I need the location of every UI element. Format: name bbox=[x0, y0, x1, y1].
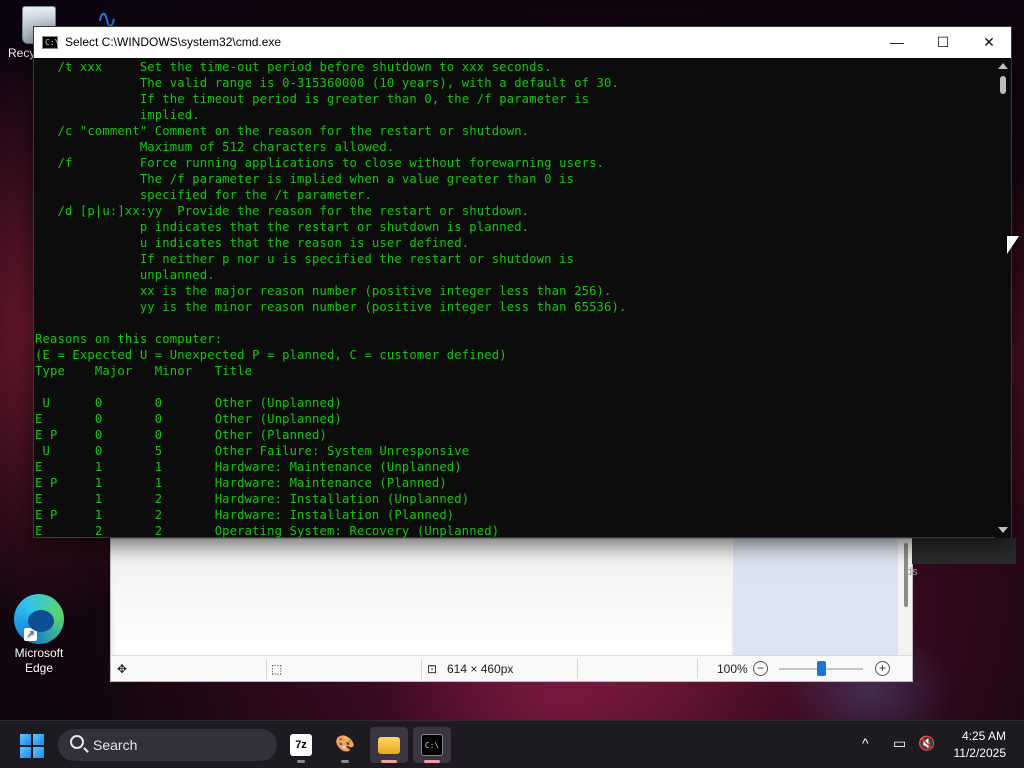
taskbar-app-file-explorer[interactable] bbox=[370, 727, 408, 763]
shortcut-arrow-icon: ↗ bbox=[24, 628, 37, 641]
scroll-down-icon[interactable] bbox=[998, 527, 1008, 533]
viewer-status-bar: ✥ ⬚ ⊡ 614 × 460px 100% − + bbox=[111, 655, 912, 681]
scroll-up-icon[interactable] bbox=[998, 63, 1008, 69]
maximize-button[interactable]: ☐ bbox=[920, 27, 966, 58]
terminal-icon: C:\ bbox=[421, 734, 443, 756]
taskbar-app-command-prompt[interactable]: C:\ bbox=[413, 727, 451, 763]
tray-overflow-chevron-icon[interactable]: ^ bbox=[862, 735, 869, 751]
image-size-icon: ⊡ bbox=[427, 662, 438, 676]
app-indicator bbox=[297, 760, 305, 763]
mouse-cursor-icon bbox=[1007, 236, 1019, 254]
status-divider bbox=[266, 659, 267, 679]
cmd-title-bar[interactable]: C:\ Select C:\WINDOWS\system32\cmd.exe —… bbox=[34, 27, 1011, 58]
zoom-percent: 100% bbox=[717, 662, 748, 676]
taskbar: Search 7z 🎨 C:\ ^ ▭ 🔇 4:25 AM 11/2/2025 bbox=[0, 720, 1024, 768]
edge-icon: ↗ bbox=[14, 594, 64, 644]
taskbar-app-paint[interactable]: 🎨 bbox=[326, 727, 364, 763]
network-icon[interactable]: ▭ bbox=[893, 735, 906, 752]
edge-shortcut[interactable]: ↗ Microsoft Edge bbox=[4, 594, 74, 676]
paint-icon: 🎨 bbox=[335, 736, 355, 753]
status-divider bbox=[697, 659, 698, 679]
cmd-app-icon: C:\ bbox=[42, 36, 59, 49]
windows-logo-tile bbox=[33, 747, 44, 758]
windows-logo-tile bbox=[33, 734, 44, 745]
selection-icon: ⬚ bbox=[271, 662, 283, 676]
scroll-thumb[interactable] bbox=[1000, 76, 1006, 94]
move-icon[interactable]: ✥ bbox=[117, 661, 127, 677]
taskbar-app-7zip[interactable]: 7z bbox=[282, 727, 320, 763]
background-window-text: ds bbox=[906, 566, 918, 578]
edge-label: Microsoft Edge bbox=[14, 646, 64, 675]
start-button[interactable] bbox=[20, 734, 44, 758]
cmd-window: C:\ Select C:\WINDOWS\system32\cmd.exe —… bbox=[33, 26, 1012, 538]
volume-muted-icon[interactable]: 🔇 bbox=[918, 735, 935, 752]
zoom-slider-thumb[interactable] bbox=[817, 661, 826, 676]
console-text: /t xxx Set the time-out period before sh… bbox=[35, 60, 627, 538]
windows-logo-icon bbox=[20, 734, 31, 745]
status-divider bbox=[577, 659, 578, 679]
clock-time: 4:25 AM bbox=[961, 729, 1006, 743]
cmd-window-title: Select C:\WINDOWS\system32\cmd.exe bbox=[65, 35, 282, 49]
7zip-icon: 7z bbox=[290, 734, 312, 756]
windows-logo-tile bbox=[20, 747, 31, 758]
clock-date: 11/2/2025 bbox=[953, 746, 1007, 760]
zoom-in-button[interactable]: + bbox=[875, 661, 890, 676]
clock[interactable]: 4:25 AM 11/2/2025 bbox=[954, 728, 1007, 762]
console-output[interactable]: /t xxx Set the time-out period before sh… bbox=[34, 58, 996, 538]
zoom-out-button[interactable]: − bbox=[753, 661, 768, 676]
search-icon bbox=[70, 735, 84, 749]
search-label: Search bbox=[93, 737, 138, 753]
console-scrollbar[interactable] bbox=[995, 58, 1011, 538]
close-button[interactable]: ✕ bbox=[966, 27, 1012, 58]
status-divider bbox=[421, 659, 422, 679]
app-indicator bbox=[341, 760, 349, 763]
folder-icon bbox=[378, 737, 400, 754]
app-indicator bbox=[424, 760, 440, 763]
viewer-canvas[interactable] bbox=[115, 539, 731, 657]
image-viewer-window: ✥ ⬚ ⊡ 614 × 460px 100% − + bbox=[110, 538, 913, 682]
minimize-button[interactable]: — bbox=[874, 27, 920, 58]
app-indicator bbox=[381, 760, 397, 763]
viewer-side-panel bbox=[733, 539, 898, 657]
background-window-edge: ds bbox=[906, 538, 1016, 578]
taskbar-search[interactable]: Search bbox=[58, 729, 277, 761]
image-dimensions: 614 × 460px bbox=[447, 662, 514, 676]
